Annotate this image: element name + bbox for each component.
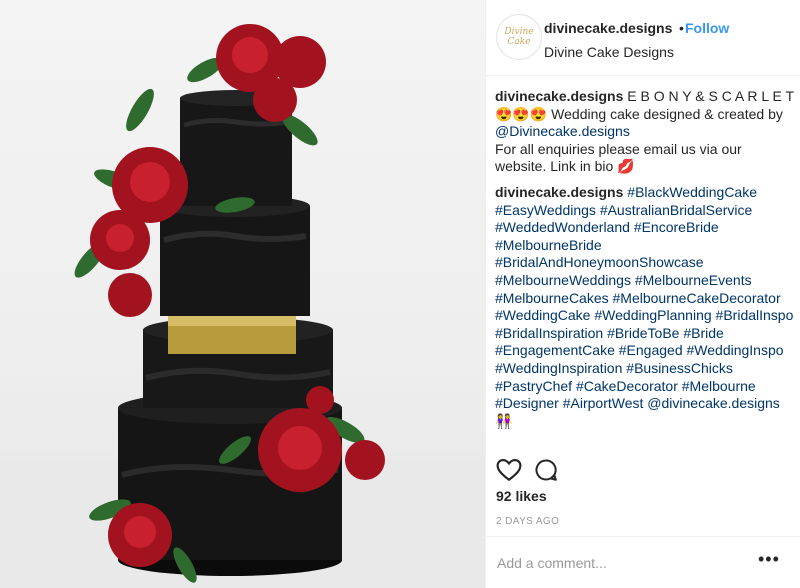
instagram-post: Divine Cake divinecake.designs • Follow … <box>0 0 800 588</box>
hashtag-link[interactable]: #MelbourneWeddings <box>495 272 631 288</box>
hashtag-link[interactable]: #BridalInspiration <box>495 325 603 341</box>
hashtag-list: #BlackWeddingCake #EasyWeddings #Austral… <box>495 184 793 411</box>
post-actions <box>486 452 800 488</box>
caption-line1: E B O N Y & S C A R L E T <box>627 88 794 104</box>
hashtag-link[interactable]: #Designer <box>495 395 559 411</box>
hashtag-link[interactable]: #EngagementCake <box>495 342 615 358</box>
hashtag-link[interactable]: #MelbourneBride <box>495 237 602 253</box>
hashtag-link[interactable]: #WeddingCake <box>495 307 590 323</box>
post-sidebar: Divine Cake divinecake.designs • Follow … <box>485 0 800 588</box>
hashtags-comment: divinecake.designs #BlackWeddingCake #Ea… <box>495 184 795 430</box>
end-emoji: 👭 <box>495 412 513 429</box>
hashtag-link[interactable]: #Melbourne <box>682 378 756 394</box>
hashtag-link[interactable]: #Engaged <box>619 342 683 358</box>
separator-dot: • <box>679 20 684 36</box>
caption-text-a: Wedding cake designed & created by <box>547 105 783 122</box>
hashtag-link[interactable]: #EasyWeddings <box>495 202 596 218</box>
hashtag-link[interactable]: #CakeDecorator <box>576 378 678 394</box>
add-comment-bar: Add a comment... ••• <box>486 536 800 588</box>
post-header: Divine Cake divinecake.designs • Follow … <box>486 0 800 76</box>
post-date[interactable]: 2 DAYS AGO <box>496 516 559 527</box>
likes-count[interactable]: 92 likes <box>496 488 547 504</box>
hashtag-link[interactable]: #WeddedWonderland <box>495 219 630 235</box>
caption-comment: divinecake.designs E B O N Y & S C A R L… <box>495 88 795 176</box>
cake-illustration <box>0 24 485 588</box>
hashtag-link[interactable]: #AustralianBridalService <box>600 202 753 218</box>
hashtag-link[interactable]: #BlackWeddingCake <box>627 184 757 200</box>
hashtag-link[interactable]: #PastryChef <box>495 378 572 394</box>
hashtag-link[interactable]: #BusinessChicks <box>626 360 733 376</box>
hashtag-link[interactable]: #BridalAndHoneymoonShowcase <box>495 254 704 270</box>
more-options-icon[interactable]: ••• <box>758 549 780 570</box>
hashtag-link[interactable]: #MelbourneEvents <box>635 272 752 288</box>
hashtag-link[interactable]: #BridalInspo <box>716 307 794 323</box>
caption-emojis: 😍😍😍 <box>495 105 548 122</box>
caption-username[interactable]: divinecake.designs <box>495 88 623 104</box>
hashtag-link[interactable]: #Bride <box>683 325 723 341</box>
hashtags-mention[interactable]: @divinecake.designs <box>647 395 780 411</box>
caption-mention[interactable]: @Divinecake.designs <box>495 123 630 139</box>
hashtags-username[interactable]: divinecake.designs <box>495 184 623 200</box>
hashtag-link[interactable]: #WeddingInspo <box>687 342 784 358</box>
hashtag-link[interactable]: #EncoreBride <box>634 219 719 235</box>
avatar-logo-text: Divine Cake <box>504 27 534 47</box>
comments-list: divinecake.designs E B O N Y & S C A R L… <box>495 88 795 438</box>
hashtag-link[interactable]: #AirportWest <box>563 395 644 411</box>
comment-icon[interactable] <box>534 458 558 487</box>
hashtag-link[interactable]: #MelbourneCakeDecorator <box>613 290 781 306</box>
follow-button[interactable]: Follow <box>685 20 729 36</box>
kiss-emoji: 💋 <box>617 158 635 175</box>
avatar[interactable]: Divine Cake <box>496 14 542 60</box>
username-link[interactable]: divinecake.designs <box>544 20 672 36</box>
heart-icon[interactable] <box>496 458 522 487</box>
post-image[interactable] <box>0 0 485 588</box>
comment-input[interactable]: Add a comment... <box>497 555 607 571</box>
hashtag-link[interactable]: #BrideToBe <box>607 325 679 341</box>
account-full-name: Divine Cake Designs <box>544 44 674 60</box>
hashtag-link[interactable]: #WeddingPlanning <box>594 307 711 323</box>
hashtag-link[interactable]: #WeddingInspiration <box>495 360 622 376</box>
hashtag-link[interactable]: #MelbourneCakes <box>495 290 609 306</box>
